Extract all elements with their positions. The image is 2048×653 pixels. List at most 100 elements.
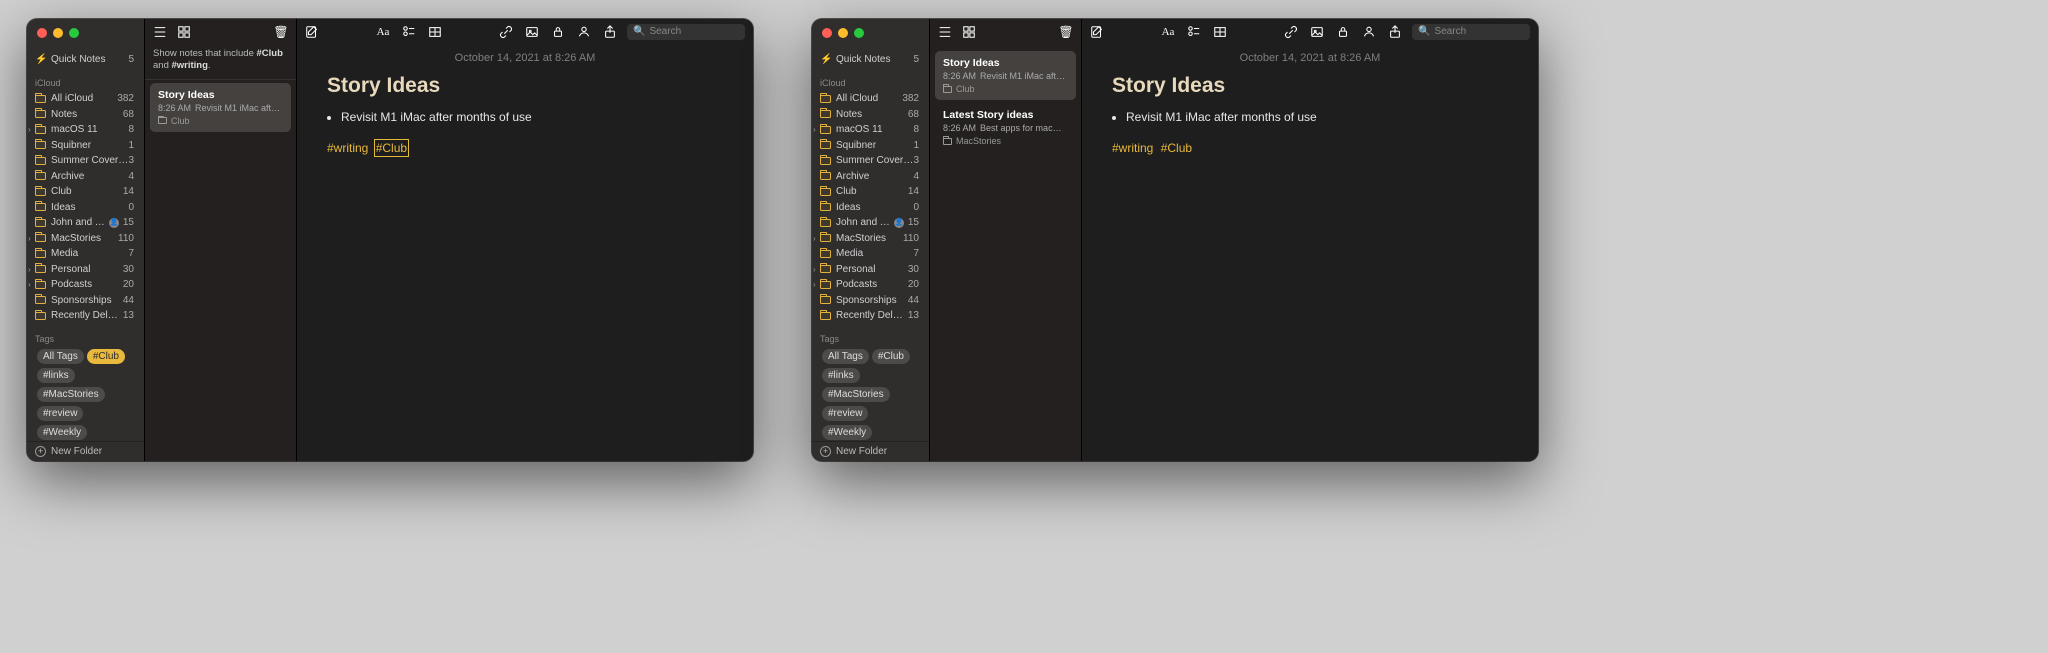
tag-pill[interactable]: #Club (872, 349, 910, 364)
sidebar-folder-item[interactable]: Notes68 (31, 107, 140, 123)
tag-pill[interactable]: #Weekly (822, 425, 872, 440)
compose-icon[interactable] (305, 25, 319, 39)
compose-icon[interactable] (1090, 25, 1104, 39)
tag-pill[interactable]: #review (822, 406, 868, 421)
tag-pill[interactable]: #links (37, 368, 75, 383)
new-folder-button[interactable]: + New Folder (27, 441, 144, 461)
sidebar-folder-item[interactable]: Recently Deleted13 (31, 308, 140, 324)
sidebar-folder-item[interactable]: Archive4 (816, 169, 925, 185)
sidebar-folder-item[interactable]: ›Personal30 (816, 262, 925, 278)
editor-body[interactable]: October 14, 2021 at 8:26 AM Story Ideas … (297, 44, 753, 461)
tag-pill[interactable]: #MacStories (37, 387, 105, 402)
sidebar-folder-item[interactable]: ›Podcasts20 (31, 277, 140, 293)
disclosure-icon[interactable]: › (28, 234, 31, 243)
sidebar-folder-item[interactable]: Sponsorships44 (816, 293, 925, 309)
sidebar-folder-item[interactable]: Recently Deleted13 (816, 308, 925, 324)
collaborate-icon[interactable] (1362, 25, 1376, 39)
sidebar-folder-item[interactable]: Summer Coverage…3 (816, 153, 925, 169)
search-field[interactable]: 🔍 Search (1412, 24, 1530, 40)
search-icon: 🔍 (633, 26, 645, 37)
sidebar-folder-item[interactable]: Squibner1 (31, 138, 140, 154)
tag-writing[interactable]: #writing (327, 141, 368, 155)
sidebar-folder-item[interactable]: ›Podcasts20 (816, 277, 925, 293)
disclosure-icon[interactable]: › (813, 234, 816, 243)
sidebar-quick-notes[interactable]: Quick Notes 5 (31, 50, 140, 68)
minimize-window-button[interactable] (838, 28, 848, 38)
checklist-icon[interactable] (1187, 25, 1201, 39)
sidebar-folder-item[interactable]: John and Ticci👤15 (31, 215, 140, 231)
tag-pill[interactable]: #links (822, 368, 860, 383)
collaborate-icon[interactable] (577, 25, 591, 39)
link-icon[interactable] (499, 25, 513, 39)
sidebar-folder-item[interactable]: John and Ticci👤15 (816, 215, 925, 231)
sidebar-folder-item[interactable]: Notes68 (816, 107, 925, 123)
sidebar-folder-item[interactable]: Ideas0 (816, 200, 925, 216)
table-icon[interactable] (1213, 25, 1227, 39)
sidebar-folder-item[interactable]: ›macOS 118 (816, 122, 925, 138)
zoom-window-button[interactable] (69, 28, 79, 38)
tag-writing[interactable]: #writing (1112, 141, 1153, 155)
checklist-icon[interactable] (402, 25, 416, 39)
lock-icon[interactable] (551, 25, 565, 39)
sidebar-quick-notes[interactable]: Quick Notes 5 (816, 50, 925, 68)
lock-icon[interactable] (1336, 25, 1350, 39)
grid-view-icon[interactable] (177, 25, 191, 39)
list-view-icon[interactable] (938, 25, 952, 39)
note-time: 8:26 AM (943, 123, 976, 133)
disclosure-icon[interactable]: › (28, 125, 31, 134)
sidebar-folder-item[interactable]: ›macOS 118 (31, 122, 140, 138)
disclosure-icon[interactable]: › (28, 265, 31, 274)
tag-pill[interactable]: All Tags (822, 349, 869, 364)
format-icon[interactable]: Aa (376, 25, 390, 39)
tag-pill[interactable]: All Tags (37, 349, 84, 364)
tag-club[interactable]: #Club (1161, 141, 1192, 155)
sidebar-folder-item[interactable]: Sponsorships44 (31, 293, 140, 309)
disclosure-icon[interactable]: › (813, 280, 816, 289)
minimize-window-button[interactable] (53, 28, 63, 38)
disclosure-icon[interactable]: › (813, 125, 816, 134)
media-icon[interactable] (525, 25, 539, 39)
sidebar-folder-item[interactable]: Ideas0 (31, 200, 140, 216)
table-icon[interactable] (428, 25, 442, 39)
note-list-item[interactable]: Story Ideas8:26 AMRevisit M1 iMac after … (935, 51, 1076, 100)
sidebar-folder-item[interactable]: All iCloud382 (816, 91, 925, 107)
sidebar-folder-item[interactable]: ›MacStories110 (816, 231, 925, 247)
sidebar-folder-item[interactable]: ›Personal30 (31, 262, 140, 278)
trash-icon[interactable] (274, 25, 288, 39)
sidebar-folder-item[interactable]: Squibner1 (816, 138, 925, 154)
note-list-item[interactable]: Latest Story ideas8:26 AMBest apps for m… (935, 103, 1076, 152)
folder-icon (820, 281, 831, 289)
tag-club[interactable]: #Club (376, 141, 407, 155)
sidebar-folder-item[interactable]: ›MacStories110 (31, 231, 140, 247)
sidebar-folder-item[interactable]: Summer Coverage…3 (31, 153, 140, 169)
media-icon[interactable] (1310, 25, 1324, 39)
disclosure-icon[interactable]: › (813, 265, 816, 274)
link-icon[interactable] (1284, 25, 1298, 39)
search-field[interactable]: 🔍 Search (627, 24, 745, 40)
folder-count: 15 (908, 217, 921, 228)
zoom-window-button[interactable] (854, 28, 864, 38)
folder-count: 20 (908, 279, 921, 290)
tag-pill[interactable]: #review (37, 406, 83, 421)
close-window-button[interactable] (822, 28, 832, 38)
sidebar-folder-item[interactable]: All iCloud382 (31, 91, 140, 107)
disclosure-icon[interactable]: › (28, 280, 31, 289)
new-folder-button[interactable]: + New Folder (812, 441, 929, 461)
list-view-icon[interactable] (153, 25, 167, 39)
format-icon[interactable]: Aa (1161, 25, 1175, 39)
tag-pill[interactable]: #Weekly (37, 425, 87, 440)
grid-view-icon[interactable] (962, 25, 976, 39)
sidebar-folder-item[interactable]: Club14 (31, 184, 140, 200)
note-list-item[interactable]: Story Ideas8:26 AMRevisit M1 iMac after … (150, 83, 291, 132)
share-icon[interactable] (603, 25, 617, 39)
tag-pill[interactable]: #MacStories (822, 387, 890, 402)
sidebar-folder-item[interactable]: Media7 (816, 246, 925, 262)
sidebar-folder-item[interactable]: Club14 (816, 184, 925, 200)
share-icon[interactable] (1388, 25, 1402, 39)
close-window-button[interactable] (37, 28, 47, 38)
trash-icon[interactable] (1059, 25, 1073, 39)
sidebar-folder-item[interactable]: Archive4 (31, 169, 140, 185)
tag-pill[interactable]: #Club (87, 349, 125, 364)
sidebar-folder-item[interactable]: Media7 (31, 246, 140, 262)
editor-body[interactable]: October 14, 2021 at 8:26 AM Story Ideas … (1082, 44, 1538, 461)
